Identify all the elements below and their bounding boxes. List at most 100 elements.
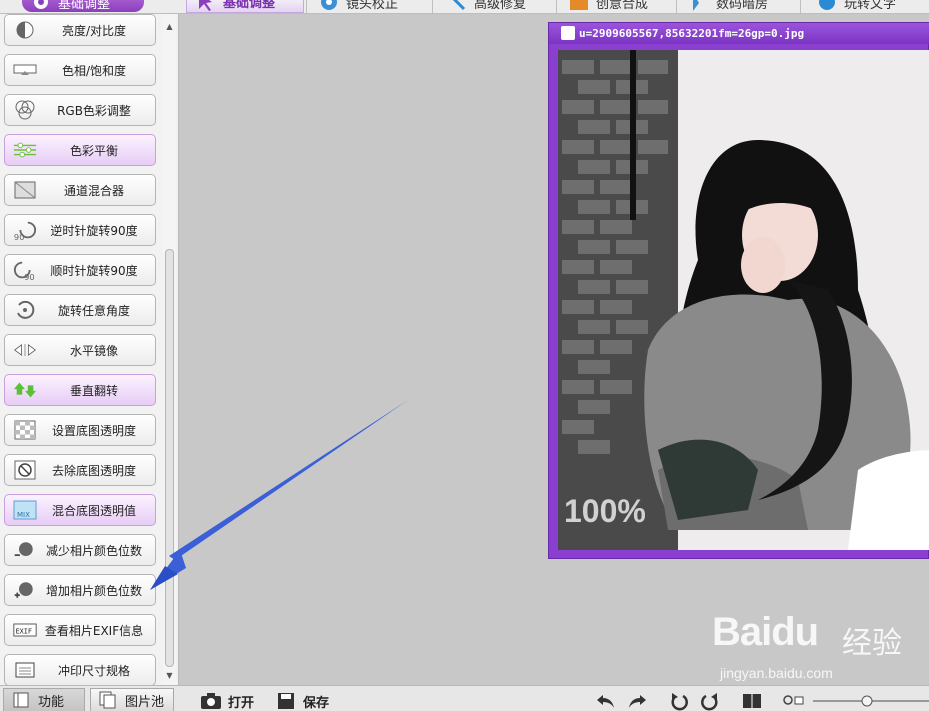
zoom-slider[interactable]	[783, 694, 929, 708]
text-icon	[819, 0, 835, 10]
hue-icon	[13, 60, 37, 80]
zoom-indicator: 100%	[564, 493, 646, 529]
brightness-icon	[13, 20, 37, 40]
divider	[676, 0, 677, 13]
tab-functions[interactable]: 功能	[3, 688, 85, 711]
rotate-any-icon	[13, 300, 37, 320]
picture-icon	[570, 0, 588, 10]
remove-transparency-icon	[13, 460, 37, 480]
rotate-cw-icon: 90	[13, 260, 37, 282]
rgb-icon	[13, 100, 37, 120]
increase-colors-icon	[13, 580, 37, 600]
func-label: 减少相片颜色位数	[45, 543, 142, 558]
func-set-transparency[interactable]: 设置底图透明度	[4, 414, 156, 446]
func-channel-mixer[interactable]: 通道混合器	[4, 174, 156, 206]
func-label: 垂直翻转	[69, 383, 118, 398]
tab-basic-adjust[interactable]: 基础调整	[186, 0, 304, 13]
watermark-logo: Baidu	[712, 610, 819, 654]
mirror-icon	[13, 340, 37, 360]
func-label: 旋转任意角度	[57, 303, 130, 318]
flip-icon[interactable]	[741, 691, 763, 711]
func-label: 逆时针旋转90度	[50, 223, 138, 238]
func-label: 混合底图透明值	[51, 503, 136, 518]
watermark-cn: 经验	[842, 626, 902, 661]
print-size-icon	[13, 660, 37, 680]
svg-text:MIX: MIX	[17, 511, 30, 519]
open-button[interactable]: 打开	[200, 690, 254, 711]
func-label: 冲印尺寸规格	[57, 663, 130, 678]
tab-label: 创意合成	[596, 0, 649, 12]
image-window[interactable]: u=2909605567,85632201fm=26gp=0.jpg 100%	[548, 22, 929, 559]
func-label: 增加相片颜色位数	[45, 583, 142, 598]
func-view-exif[interactable]: EXIF 查看相片EXIF信息	[4, 614, 156, 646]
save-label: 保存	[303, 695, 330, 711]
rotate-ccw-icon: 90	[13, 220, 37, 242]
scroll-up-arrow-icon[interactable]: ▲	[163, 20, 176, 32]
wand-icon	[452, 0, 466, 11]
function-scrollbar[interactable]: ▲ ▼	[163, 14, 176, 685]
bottom-toolbar: 功能 图片池 打开 保存	[0, 685, 929, 711]
zoom-out-icon	[783, 695, 793, 705]
tab-image-pool[interactable]: 图片池	[90, 688, 174, 711]
save-button[interactable]: 保存	[275, 690, 329, 711]
tab-digital-darkroom[interactable]: 数码暗房	[688, 0, 768, 13]
undo-icon[interactable]	[595, 691, 617, 711]
exif-icon: EXIF	[13, 620, 37, 640]
image-titlebar[interactable]: u=2909605567,85632201fm=26gp=0.jpg	[549, 23, 929, 44]
tab-lens-correction[interactable]: 镜头校正	[318, 0, 398, 13]
scroll-thumb[interactable]	[165, 249, 174, 667]
tab-label: 玩转文字	[844, 0, 897, 12]
gear-icon	[34, 0, 48, 9]
photo-canvas[interactable]: 100%	[558, 50, 929, 550]
svg-text:90: 90	[24, 272, 35, 282]
tab-advanced-repair[interactable]: 高级修复	[446, 0, 526, 13]
func-horizontal-mirror[interactable]: 水平镜像	[4, 334, 156, 366]
func-label: 色彩平衡	[69, 143, 118, 158]
redo-icon[interactable]	[626, 691, 648, 711]
image-pool-icon	[99, 691, 116, 709]
image-file-icon	[561, 26, 575, 40]
mix-icon: MIX	[13, 500, 37, 520]
darkroom-icon	[693, 0, 699, 11]
scroll-down-arrow-icon[interactable]: ▼	[163, 669, 176, 681]
tab-label: 高级修复	[474, 0, 527, 12]
func-rotate-cw-90[interactable]: 90 顺时针旋转90度	[4, 254, 156, 286]
tab-creative-compose[interactable]: 创意合成	[568, 0, 648, 13]
func-hue-saturation[interactable]: 色相/饱和度	[4, 54, 156, 86]
divider	[800, 0, 801, 13]
rotate-right-icon[interactable]	[699, 691, 721, 711]
func-mix-transparency[interactable]: MIX 混合底图透明值	[4, 494, 156, 526]
svg-text:EXIF: EXIF	[16, 627, 32, 635]
reduce-colors-icon	[13, 540, 37, 560]
func-print-size[interactable]: 冲印尺寸规格	[4, 654, 156, 686]
tab-label: 图片池	[125, 694, 165, 710]
divider	[306, 0, 307, 13]
func-rotate-any[interactable]: 旋转任意角度	[4, 294, 156, 326]
func-label: 查看相片EXIF信息	[44, 623, 144, 638]
func-brightness-contrast[interactable]: 亮度/对比度	[4, 14, 156, 46]
transparency-icon	[13, 420, 37, 440]
func-remove-transparency[interactable]: 去除底图透明度	[4, 454, 156, 486]
func-label: RGB色彩调整	[57, 103, 131, 118]
func-label: 顺时针旋转90度	[50, 263, 138, 278]
image-title: u=2909605567,85632201fm=26gp=0.jpg	[579, 27, 805, 40]
func-vertical-flip[interactable]: 垂直翻转	[4, 374, 156, 406]
app-home-tab[interactable]: 基础调整	[22, 0, 144, 12]
func-rgb-adjust[interactable]: RGB色彩调整	[4, 94, 156, 126]
func-increase-color-depth[interactable]: 增加相片颜色位数	[4, 574, 156, 606]
rotate-left-icon[interactable]	[668, 691, 690, 711]
tab-label: 数码暗房	[716, 0, 769, 12]
cursor-icon	[199, 0, 212, 11]
color-balance-icon	[13, 140, 37, 160]
app-home-label: 基础调整	[58, 0, 111, 12]
lens-icon	[321, 0, 337, 10]
func-reduce-color-depth[interactable]: 减少相片颜色位数	[4, 534, 156, 566]
func-color-balance[interactable]: 色彩平衡	[4, 134, 156, 166]
tab-text-fun[interactable]: 玩转文字	[816, 0, 896, 13]
func-label: 水平镜像	[69, 343, 118, 358]
divider	[556, 0, 557, 13]
func-label: 去除底图透明度	[51, 463, 136, 478]
tab-label: 基础调整	[223, 0, 276, 11]
photo-image	[558, 50, 929, 550]
func-rotate-ccw-90[interactable]: 90 逆时针旋转90度	[4, 214, 156, 246]
